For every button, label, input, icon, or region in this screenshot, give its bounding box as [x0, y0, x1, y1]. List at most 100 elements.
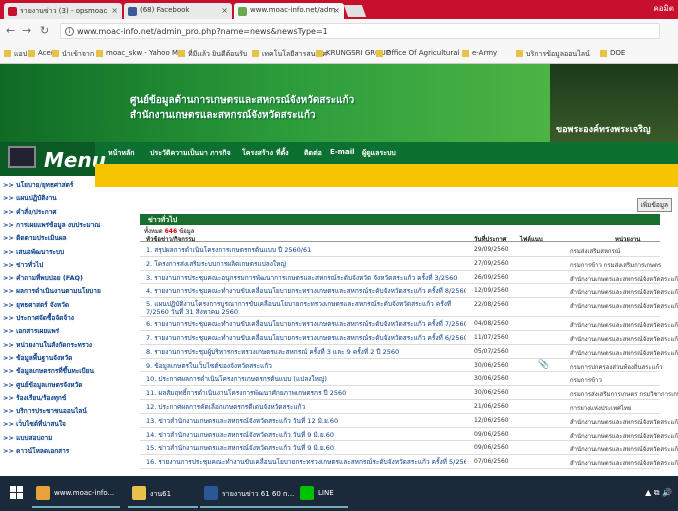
- table-row: 4. รายงานการประชุมคณะทำงานขับเคลื่อนนโยบ…: [140, 284, 678, 299]
- url-input[interactable]: i www.moac-info.net/admin_pro.php?name=n…: [60, 23, 660, 39]
- menu-item[interactable]: โครงสร้าง: [242, 148, 273, 159]
- bookmark-item[interactable]: e-Army: [462, 49, 497, 57]
- menu-item[interactable]: E-mail: [330, 148, 355, 156]
- yellow-strip: [95, 164, 678, 187]
- menu-item[interactable]: หน้าหลัก: [108, 148, 134, 159]
- sidebar-item[interactable]: นโยบาย/ยุทธศาสตร์: [3, 180, 73, 190]
- table-row: 2. โครงการส่งเสริมระบบการผลิตเกษตรแปลงให…: [140, 257, 662, 271]
- sidebar-item[interactable]: หน่วยงานในสังกัดกระทรวง: [3, 340, 92, 350]
- sidebar-item[interactable]: เสนอพัฒนาระบบ: [3, 247, 64, 257]
- bookmark-item[interactable]: บริการข้อมูลออนไลน์: [516, 49, 590, 60]
- news-title-link[interactable]: 16. รายงานการประชุมคณะทำงานขับเคลื่อนนโย…: [146, 457, 466, 467]
- windows-start-icon[interactable]: [10, 486, 24, 500]
- bookmark-item[interactable]: ที่มีแล้ว ยินดีต้อนรับ: [178, 49, 247, 60]
- taskbar-app[interactable]: LINE: [296, 479, 348, 508]
- sidebar-item[interactable]: ติดตามประเมินผล: [3, 233, 66, 243]
- attachment-icon[interactable]: 📎: [538, 360, 549, 370]
- folder-icon: [178, 50, 185, 57]
- facebook-icon: [128, 7, 137, 16]
- sidebar-item[interactable]: ดาวน์โหลดเอกสาร: [3, 446, 69, 456]
- sidebar-item[interactable]: ผลการดำเนินงานตามนโยบาย: [3, 286, 101, 296]
- menu-item[interactable]: ประวัติความเป็นมา: [150, 148, 208, 159]
- window-label: คอมิต: [653, 4, 674, 13]
- menu-item[interactable]: ที่ตั้ง: [276, 148, 289, 159]
- menu-item[interactable]: ผู้ดูแลระบบ: [362, 148, 396, 159]
- bookmark-item[interactable]: DOE: [600, 49, 625, 57]
- sidebar-item[interactable]: เอกสารเผยแพร่: [3, 326, 59, 336]
- sidebar-item[interactable]: ศูนย์ข้อมูลเกษตรจังหวัด: [3, 380, 82, 390]
- system-tray[interactable]: ▲ ⧉ 🔊: [645, 488, 672, 498]
- back-icon[interactable]: ←: [6, 24, 15, 37]
- news-title-link[interactable]: 13. ข่าวสำนักงานเกษตรและสหกรณ์จังหวัดสระ…: [146, 416, 466, 426]
- bookmark-item[interactable]: แอป: [4, 49, 27, 60]
- sidebar-item[interactable]: การเผยแพร่ข้อมูล งบประมาณ: [3, 220, 100, 230]
- menu-item[interactable]: ภารกิจ: [210, 148, 231, 159]
- news-org: สำนักงานเกษตรและสหกรณ์จังหวัดสระแก้ว: [570, 460, 678, 468]
- news-org: สำนักงานเกษตรและสหกรณ์จังหวัดสระแก้ว: [570, 432, 678, 440]
- news-title-link[interactable]: 12. ประกาศผลการคัดเลือกเกษตรกรดีเด่นจังห…: [146, 402, 466, 412]
- news-org: กรมการส่งเสริมการเกษตร กรมวิชาการเกษตร: [570, 391, 678, 399]
- news-date: 09/06/2560: [474, 444, 509, 452]
- menu-item[interactable]: ติดต่อ: [304, 148, 322, 159]
- news-title-link[interactable]: 9. ข้อมูลเกษตรในเว็บไซต์ของจังหวัดสระแก้…: [146, 361, 466, 371]
- forward-icon[interactable]: →: [22, 24, 31, 37]
- site-title: ศูนย์ข้อมูลด้านการเกษตรและสหกรณ์จังหวัดส…: [130, 95, 355, 106]
- sidebar-item[interactable]: คำสั่ง/ประกาศ: [3, 207, 56, 217]
- news-title-link[interactable]: 6. รายงานการประชุมคณะทำงานขับเคลื่อนนโยบ…: [146, 319, 466, 329]
- url-text: www.moac-info.net/admin_pro.php?name=new…: [77, 27, 328, 36]
- tab-favicon-icon: [238, 7, 247, 16]
- sidebar-item[interactable]: ข่าวทั่วไป: [3, 260, 43, 270]
- taskbar-app[interactable]: งาน61: [128, 479, 198, 508]
- news-title-link[interactable]: 10. ประกาศผลการดำเนินโครงการเกษตรกรต้นแบ…: [146, 374, 466, 384]
- sidebar-item[interactable]: บริการประชาชนออนไลน์: [3, 406, 87, 416]
- bookmark-item[interactable]: Acer: [28, 49, 54, 57]
- tab-label: www.moac-info.net/adm: [250, 6, 336, 14]
- news-org: กรมการข้าว กรมส่งเสริมการเกษตร: [570, 261, 662, 269]
- close-icon[interactable]: ×: [221, 6, 228, 15]
- sidebar-item[interactable]: ยุทธศาสตร์ จังหวัด: [3, 300, 69, 310]
- news-title-link[interactable]: 7. รายงานการประชุมคณะทำงานขับเคลื่อนนโยบ…: [146, 333, 466, 343]
- taskbar-app[interactable]: รายงานข่าว 61 60 n...: [200, 479, 300, 508]
- sidebar-item[interactable]: ร้องเรียน/ร้องทุกข์: [3, 393, 66, 403]
- table-row: 9. ข้อมูลเกษตรในเว็บไซต์ของจังหวัดสระแก้…: [140, 359, 663, 373]
- news-title-link[interactable]: 11. ผลสัมฤทธิ์การดำเนินงานโครงการพัฒนาศั…: [146, 388, 466, 398]
- taskbar: www.moac-info... งาน61 รายงานข่าว 61 60 n.…: [0, 476, 678, 511]
- web-page: ศูนย์ข้อมูลด้านการเกษตรและสหกรณ์จังหวัดส…: [0, 64, 678, 476]
- tab-facebook[interactable]: (68) Facebook ×: [124, 3, 232, 19]
- tab-bar: รายงานข่าว (3) - opsmoac × (68) Facebook…: [0, 0, 678, 19]
- sidebar-item[interactable]: แผนปฏิบัติงาน: [3, 193, 57, 203]
- sidebar-item[interactable]: เว็บไซต์ที่น่าสนใจ: [3, 419, 66, 429]
- news-title-link[interactable]: 15. ข่าวสำนักงานเกษตรและสหกรณ์จังหวัดสระ…: [146, 443, 466, 453]
- sidebar-item[interactable]: ข้อมูลพื้นฐานจังหวัด: [3, 353, 72, 363]
- news-title-link[interactable]: 2. โครงการส่งเสริมระบบการผลิตเกษตรแปลงให…: [146, 259, 466, 269]
- close-icon[interactable]: ×: [333, 6, 340, 15]
- news-org: สำนักงานเกษตรและสหกรณ์จังหวัดสระแก้ว: [570, 303, 678, 311]
- sidebar-item[interactable]: ประกาศจัดซื้อจัดจ้าง: [3, 313, 74, 323]
- sidebar-item[interactable]: แบบสอบถาม: [3, 433, 52, 443]
- news-title-link[interactable]: 5. แผนปฏิบัติงานโครงการบูรณาการขับเคลื่อ…: [146, 300, 466, 317]
- monitor-icon: [8, 146, 36, 168]
- folder-icon: [316, 50, 323, 57]
- tab-moac-info[interactable]: www.moac-info.net/adm ×: [234, 3, 344, 19]
- new-tab-button[interactable]: [343, 5, 367, 17]
- sidebar-item[interactable]: คำถามที่พบบ่อย (FAQ): [3, 273, 83, 283]
- news-title-link[interactable]: 8. รายงานการประชุมผู้บริหารกระทรวงเกษตรแ…: [146, 347, 466, 357]
- bookmark-item[interactable]: moac_skw - Yahoo M: [96, 49, 178, 57]
- news-date: 29/09/2560: [474, 246, 509, 253]
- table-row: 3. รายงานการประชุมคณะอนุกรรมการพัฒนาการเ…: [140, 271, 678, 285]
- tab-opsmoac[interactable]: รายงานข่าว (3) - opsmoac ×: [4, 3, 122, 19]
- news-title-link[interactable]: 14. ข่าวสำนักงานเกษตรและสหกรณ์จังหวัดสระ…: [146, 430, 466, 440]
- sidebar-item[interactable]: ข้อมูลเกษตรกรที่ขึ้นทะเบียน: [3, 366, 94, 376]
- royal-portrait-image: ขอพระองค์ทรงพระเจริญ: [550, 64, 678, 142]
- info-icon[interactable]: i: [65, 27, 74, 36]
- add-data-button[interactable]: เพิ่มข้อมูล: [636, 198, 672, 212]
- news-title-link[interactable]: 1. สรุปผลการดำเนินโครงการเกษตรกรต้นแบบ ป…: [146, 245, 466, 255]
- close-icon[interactable]: ×: [111, 6, 118, 15]
- bookmark-item[interactable]: Office Of Agricultural: [376, 49, 459, 57]
- table-row: 1. สรุปผลการดำเนินโครงการเกษตรกรต้นแบบ ป…: [140, 243, 660, 257]
- news-title-link[interactable]: 4. รายงานการประชุมคณะทำงานขับเคลื่อนนโยบ…: [146, 286, 466, 296]
- taskbar-app[interactable]: www.moac-info...: [32, 479, 120, 508]
- news-title-link[interactable]: 3. รายงานการประชุมคณะอนุกรรมการพัฒนาการเ…: [146, 273, 466, 283]
- reload-icon[interactable]: ↻: [40, 24, 49, 37]
- table-row: 8. รายงานการประชุมผู้บริหารกระทรวงเกษตรแ…: [140, 345, 678, 359]
